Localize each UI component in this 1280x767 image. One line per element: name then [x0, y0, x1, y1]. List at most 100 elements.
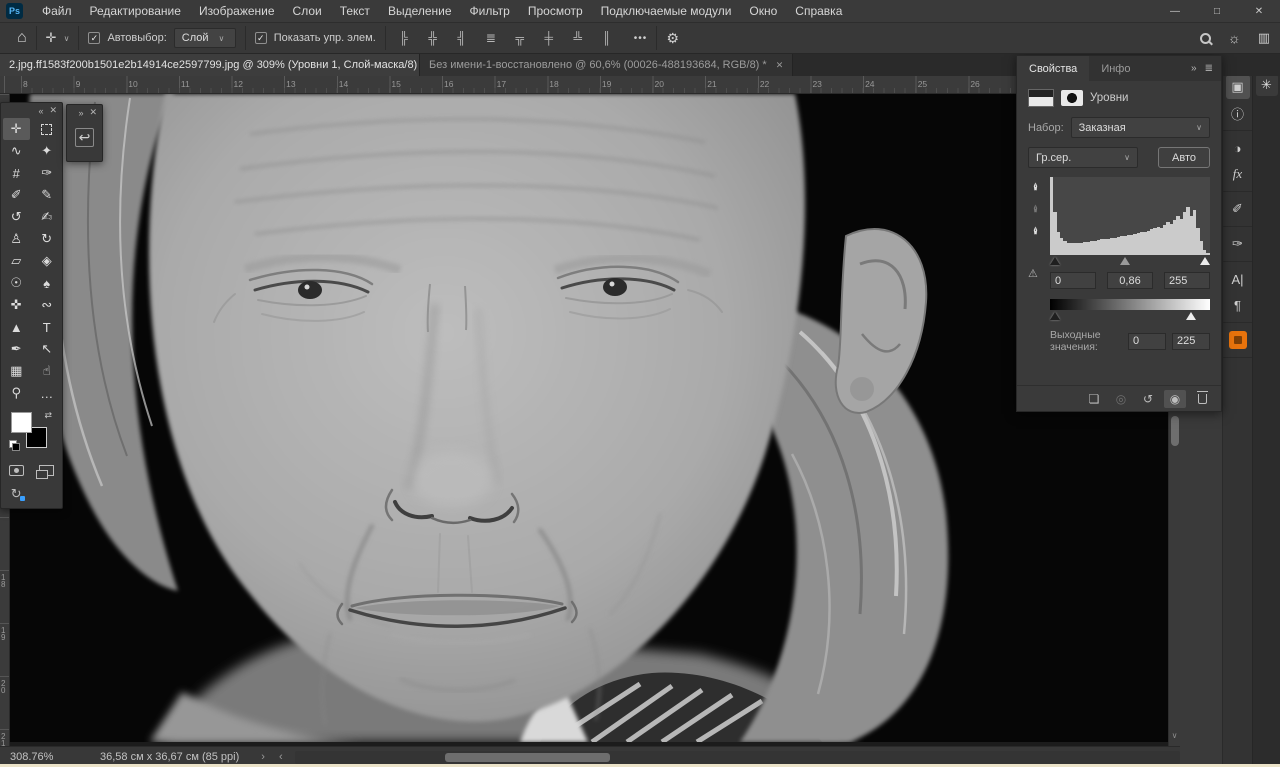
paint-bucket-tool[interactable]: ◈ — [34, 250, 61, 272]
show-transform-controls-checkbox[interactable]: ✓ — [255, 32, 267, 44]
hand-tool[interactable]: ☝ — [34, 360, 61, 382]
visibility-eye-icon[interactable]: ◉ — [1164, 390, 1186, 408]
align-horizontal-centers-icon[interactable]: ╬ — [424, 31, 442, 45]
zoom-level-field[interactable]: 308.76% — [0, 751, 72, 763]
menu-item[interactable]: Подключаемые модули — [592, 0, 741, 22]
move-tool-icon[interactable]: ✛ — [46, 30, 57, 46]
close-button[interactable]: ✕ — [1238, 0, 1280, 22]
output-black-slider[interactable] — [1050, 312, 1060, 320]
tab-инфо[interactable]: Инфо — [1089, 56, 1142, 81]
align-top-edges-icon[interactable]: ╦ — [511, 31, 529, 45]
scroll-down-arrow-icon[interactable]: ∨ — [1169, 731, 1180, 740]
shape-tool[interactable]: ▲ — [3, 316, 30, 338]
autoselect-checkbox[interactable]: ✓ — [88, 32, 100, 44]
menu-item[interactable]: Файл — [33, 0, 81, 22]
vertical-scrollbar-thumb[interactable] — [1171, 416, 1179, 446]
default-colors-icon[interactable] — [9, 440, 20, 451]
swap-colors-icon[interactable]: ⇄ — [44, 410, 52, 421]
zoom-tool[interactable]: ⚲ — [3, 382, 30, 404]
clip-to-layer-icon[interactable]: ❏ — [1083, 390, 1105, 408]
menu-item[interactable]: Выделение — [379, 0, 461, 22]
align-left-edges-icon[interactable]: ╠ — [395, 31, 413, 45]
quick-mask-icon[interactable] — [9, 465, 24, 476]
auto-button[interactable]: Авто — [1158, 147, 1210, 168]
paragraph-panel-icon[interactable]: ¶ — [1226, 293, 1250, 317]
menu-item[interactable]: Редактирование — [81, 0, 190, 22]
close-panel-icon[interactable]: ✕ — [49, 105, 57, 116]
foreground-color-swatch[interactable] — [11, 412, 32, 433]
expand-panel-icon[interactable]: » — [78, 108, 83, 118]
brush-tool[interactable]: ✐ — [3, 184, 30, 206]
gray-point-eyedropper-icon[interactable]: ✒ — [1029, 201, 1044, 217]
home-icon[interactable]: ⌂ — [17, 29, 27, 47]
align-right-edges-icon[interactable]: ╣ — [453, 31, 471, 45]
libraries-panel-icon[interactable] — [1226, 328, 1250, 352]
edit-toolbar-icon[interactable]: … — [34, 382, 61, 404]
menu-item[interactable]: Окно — [740, 0, 786, 22]
frame-tool[interactable]: ▦ — [3, 360, 30, 382]
screen-mode-icon[interactable] — [39, 465, 54, 476]
align-bottom-edges-icon[interactable]: ╩ — [569, 31, 587, 45]
crop-tool[interactable]: # — [3, 162, 30, 184]
menu-item[interactable]: Просмотр — [519, 0, 592, 22]
pencil-tool[interactable]: ✎ — [34, 184, 61, 206]
input-black-field[interactable] — [1050, 272, 1096, 289]
smudge-tool[interactable]: ∾ — [34, 294, 61, 316]
input-gamma-field[interactable] — [1107, 272, 1153, 289]
distribute-horizontal-centers-icon[interactable]: ≣ — [482, 31, 500, 45]
plugins-wheel-icon[interactable]: ✳ — [1256, 74, 1278, 96]
adjustments-panel-icon[interactable]: ◑ — [1226, 136, 1250, 160]
distribute-vertical-centers-icon[interactable]: ║ — [598, 31, 616, 45]
brushes-panel-icon[interactable]: ✑ — [1226, 232, 1250, 256]
minimize-button[interactable]: — — [1154, 0, 1196, 22]
workspace-switcher-icon[interactable]: ▥ — [1258, 30, 1270, 46]
levels-histogram-thumbnail[interactable] — [1028, 89, 1054, 107]
clipping-warning-icon[interactable]: ⚠ — [1028, 267, 1050, 280]
white-point-eyedropper-icon[interactable]: ✒ — [1029, 223, 1044, 239]
eyedropper-tool[interactable]: ✑ — [34, 162, 61, 184]
align-vertical-centers-icon[interactable]: ╪ — [540, 31, 558, 45]
black-point-eyedropper-icon[interactable]: ✒ — [1029, 179, 1044, 195]
canvas-portrait[interactable] — [0, 94, 1168, 742]
character-panel-icon[interactable]: A| — [1226, 267, 1250, 291]
history-panel-icon[interactable]: ↩ — [75, 128, 95, 147]
pen-tool[interactable]: ✒ — [3, 338, 30, 360]
chevron-down-icon[interactable]: ∨ — [64, 34, 70, 43]
preset-dropdown[interactable]: Заказная ∨ — [1071, 117, 1210, 138]
layer-mask-thumbnail[interactable] — [1061, 90, 1083, 106]
properties-panel-icon[interactable]: ▣ — [1226, 75, 1250, 99]
reset-icon[interactable]: ↺ — [1137, 390, 1159, 408]
horizontal-scrollbar-thumb[interactable] — [445, 753, 610, 762]
input-black-slider[interactable] — [1050, 257, 1060, 265]
mixer-brush-tool[interactable]: ✍ — [34, 206, 61, 228]
more-align-options-icon[interactable]: ••• — [634, 33, 648, 44]
document-tab[interactable]: Без имени-1-восстановлено @ 60,6% (00026… — [420, 54, 793, 76]
horizontal-scrollbar[interactable]: › — [295, 751, 1180, 764]
type-tool[interactable]: T — [34, 316, 61, 338]
previous-state-icon[interactable]: ◎ — [1110, 390, 1132, 408]
brush-settings-panel-icon[interactable]: ✐ — [1226, 197, 1250, 221]
delete-adjustment-icon[interactable] — [1191, 390, 1213, 408]
menu-item[interactable]: Фильтр — [461, 0, 519, 22]
input-gamma-slider[interactable] — [1120, 257, 1130, 265]
input-white-field[interactable] — [1164, 272, 1210, 289]
magic-wand-tool[interactable]: ✦ — [34, 140, 61, 162]
styles-fx-panel-icon[interactable]: fx — [1226, 162, 1250, 186]
capture-cc-icon[interactable]: ↻ — [11, 486, 22, 502]
search-icon[interactable] — [1200, 33, 1211, 44]
tool-settings-gear-icon[interactable]: ⚙ — [666, 30, 679, 47]
info-panel-icon[interactable]: ⓘ — [1226, 101, 1250, 125]
input-white-slider[interactable] — [1200, 257, 1210, 265]
photoshop-logo[interactable]: Ps — [6, 3, 23, 19]
history-brush-tool[interactable]: ↺ — [3, 206, 30, 228]
clone-stamp-tool[interactable]: ♙ — [3, 228, 30, 250]
output-white-field[interactable] — [1172, 333, 1210, 350]
menu-item[interactable]: Слои — [284, 0, 331, 22]
close-tab-icon[interactable]: ✕ — [776, 60, 784, 71]
move-tool[interactable]: ✛ — [3, 118, 30, 140]
path-select-tool[interactable]: ↖ — [34, 338, 61, 360]
collapse-panel-icon[interactable]: « — [38, 106, 43, 116]
menu-item[interactable]: Справка — [786, 0, 851, 22]
output-black-field[interactable] — [1128, 333, 1166, 350]
scroll-left-arrow-icon[interactable]: ‹ — [279, 751, 283, 763]
